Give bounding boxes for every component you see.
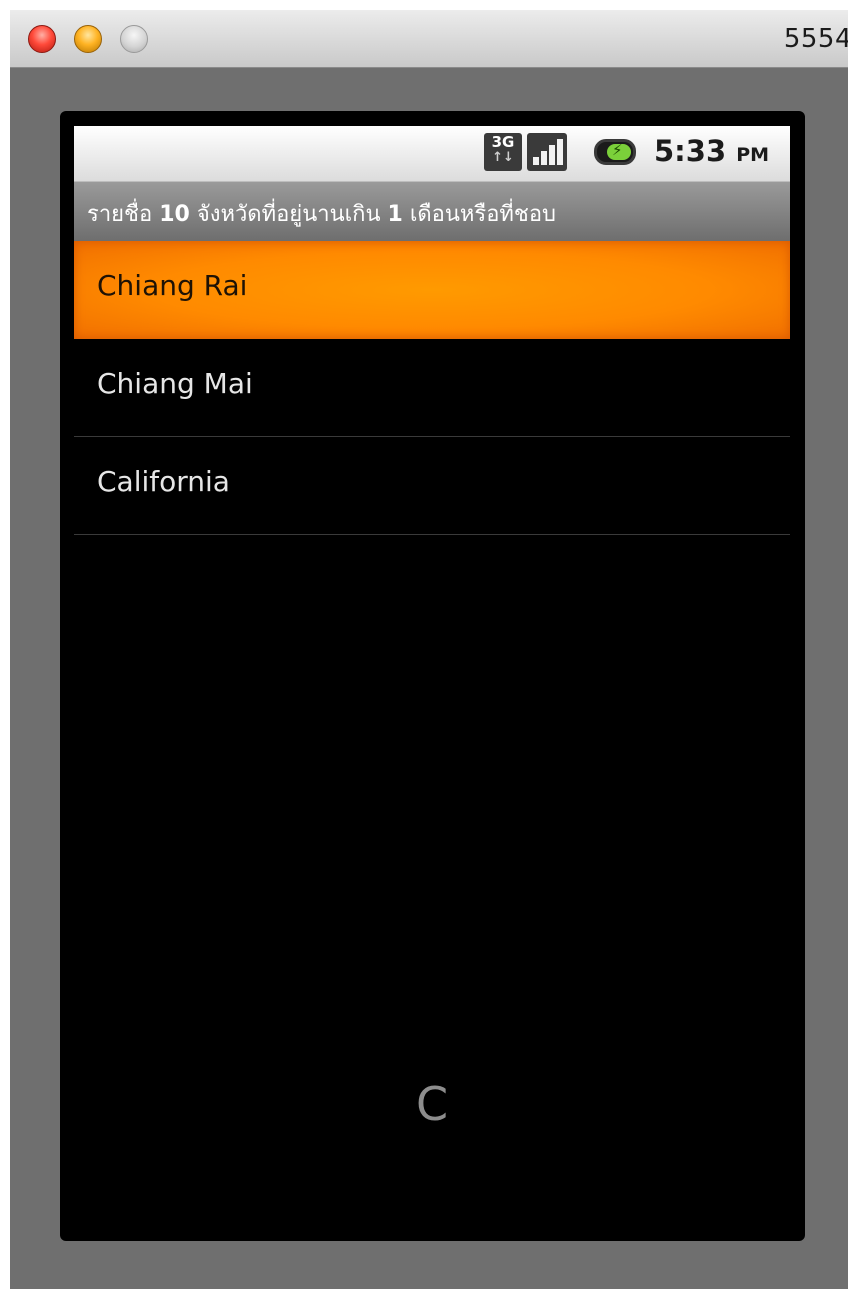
clock-ampm: PM [736, 144, 770, 166]
minimize-window-icon[interactable] [74, 25, 102, 53]
list-item-chiang-mai[interactable]: Chiang Mai [74, 339, 790, 437]
clock-time: 5:33 [654, 134, 727, 168]
status-clock: 5:33 PM [654, 134, 769, 168]
device-frame: 3G ↑↓ 5:33 PM รายชื่อ 10 จังหวัดที่อยู่น… [60, 111, 805, 1241]
list-item-label: Chiang Mai [97, 367, 253, 400]
app-title: รายชื่อ 10 จังหวัดที่อยู่นานเกิน 1 เดือน… [87, 202, 557, 227]
app-title-bar: รายชื่อ 10 จังหวัดที่อยู่นานเกิน 1 เดือน… [74, 181, 790, 241]
signal-icon [527, 133, 567, 171]
window-title: 5554 [783, 24, 848, 54]
emulator-window: 5554 3G ↑↓ 5:33 PM [10, 10, 848, 1289]
status-bar: 3G ↑↓ 5:33 PM [74, 126, 790, 181]
android-screen: 3G ↑↓ 5:33 PM รายชื่อ 10 จังหวัดที่อยู่น… [74, 126, 790, 1226]
zoom-window-icon[interactable] [120, 25, 148, 53]
window-titlebar: 5554 [10, 10, 848, 68]
battery-charging-icon [594, 139, 636, 165]
list-item-label: California [97, 465, 230, 498]
network-type-label: 3G [491, 133, 515, 151]
province-list: Chiang Rai Chiang Mai California [74, 241, 790, 535]
list-item-label: Chiang Rai [97, 269, 248, 302]
list-item-chiang-rai[interactable]: Chiang Rai [74, 241, 790, 339]
3g-data-icon: 3G ↑↓ [484, 133, 522, 171]
close-window-icon[interactable] [28, 25, 56, 53]
list-item-california[interactable]: California [74, 437, 790, 535]
fast-scroll-letter-overlay: C [415, 1077, 449, 1131]
